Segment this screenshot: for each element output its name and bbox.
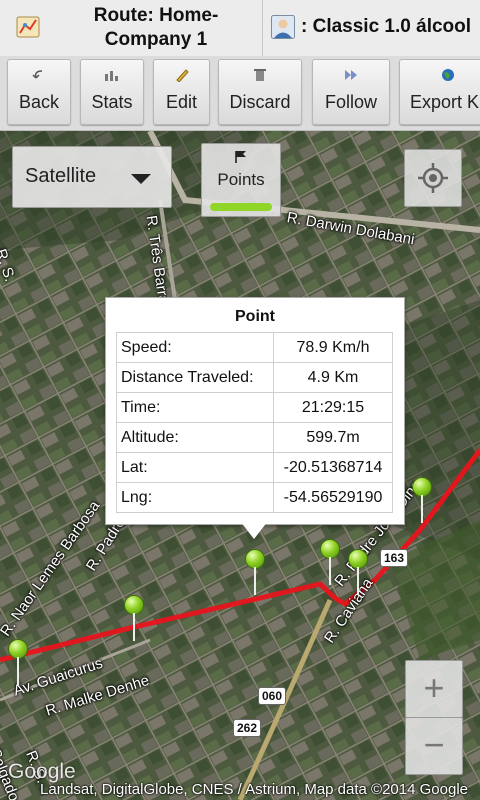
- my-location-button[interactable]: [404, 149, 462, 207]
- discard-label: Discard: [229, 92, 291, 112]
- back-label: Back: [18, 92, 60, 112]
- speed-label: Speed:: [116, 332, 274, 363]
- car-name-text: Classic 1.0 álcool: [312, 16, 472, 37]
- pin-stick: [421, 495, 423, 523]
- pin-head: [412, 477, 432, 497]
- table-row: Lng: -54.56529190: [116, 482, 393, 513]
- road-shield-060: 060: [258, 687, 286, 705]
- time-label: Time:: [116, 392, 274, 423]
- points-active-indicator: [210, 203, 272, 211]
- back-button[interactable]: Back: [7, 59, 71, 125]
- altitude-label: Altitude:: [116, 422, 274, 453]
- pin-stick: [254, 567, 256, 595]
- lng-value: -54.56529190: [273, 482, 393, 513]
- map-type-dropdown[interactable]: Satellite: [12, 146, 172, 208]
- map-attribution: Landsat, DigitalGlobe, CNES / Astrium, M…: [40, 781, 468, 798]
- route-point-pin[interactable]: [412, 477, 432, 523]
- distance-value: 4.9 Km: [273, 362, 393, 393]
- bar-chart-icon: [105, 71, 118, 81]
- table-row: Lat: -20.51368714: [116, 452, 393, 483]
- lng-label: Lng:: [116, 482, 274, 513]
- pin-head: [320, 539, 340, 559]
- table-row: Speed: 78.9 Km/h: [116, 332, 393, 363]
- zoom-out-button[interactable]: −: [405, 717, 463, 775]
- point-details-table: Speed: 78.9 Km/h Distance Traveled: 4.9 Km…: [116, 332, 393, 513]
- pin-stick: [17, 657, 19, 685]
- discard-button[interactable]: Discard: [218, 59, 302, 125]
- follow-label: Follow: [324, 92, 377, 112]
- globe-icon: [442, 69, 454, 81]
- points-toggle-button[interactable]: Points: [201, 143, 281, 217]
- pin-head: [124, 595, 144, 615]
- action-toolbar: Back Stats Edit Discard Follow Export KM…: [0, 56, 480, 131]
- points-label: Points: [217, 170, 265, 189]
- route-point-pin[interactable]: [348, 549, 368, 595]
- stats-label: Stats: [91, 92, 133, 112]
- car-selector[interactable]: : Classic 1.0 álcool: [263, 0, 480, 56]
- route-point-pin-selected[interactable]: [245, 549, 265, 595]
- driver-avatar-icon: [271, 15, 295, 39]
- route-point-pin[interactable]: [124, 595, 144, 641]
- back-arrow-icon: [32, 70, 43, 79]
- stats-button[interactable]: Stats: [80, 59, 144, 125]
- pin-stick: [133, 613, 135, 641]
- route-point-pin[interactable]: [320, 539, 340, 585]
- edit-label: Edit: [165, 92, 198, 112]
- road-shield-163: 163: [380, 549, 408, 567]
- pin-head: [245, 549, 265, 569]
- route-point-pin[interactable]: [8, 639, 28, 685]
- trash-icon: [254, 69, 266, 81]
- popup-title: Point: [235, 308, 275, 325]
- crosshair-icon: [418, 163, 448, 193]
- time-value: 21:29:15: [273, 392, 393, 423]
- lat-label: Lat:: [116, 452, 274, 483]
- edit-button[interactable]: Edit: [153, 59, 210, 125]
- follow-button[interactable]: Follow: [312, 59, 390, 125]
- table-row: Time: 21:29:15: [116, 392, 393, 423]
- pin-stick: [357, 567, 359, 595]
- map-route-icon: [16, 16, 40, 38]
- fast-forward-icon: [345, 70, 357, 80]
- popup-pointer: [240, 521, 268, 539]
- app-header: Route: Home-Company 1 : Classic 1.0 álco…: [0, 0, 480, 57]
- pin-head: [348, 549, 368, 569]
- speed-value: 78.9 Km/h: [273, 332, 393, 363]
- export-label: Export KML: [410, 92, 480, 112]
- lat-value: -20.51368714: [273, 452, 393, 483]
- map-type-value: Satellite: [25, 165, 97, 187]
- table-row: Distance Traveled: 4.9 Km: [116, 362, 393, 393]
- export-kml-button[interactable]: Export KML: [399, 59, 480, 125]
- pin-stick: [329, 557, 331, 585]
- route-title-area[interactable]: Route: Home-Company 1: [0, 0, 263, 56]
- route-title: Route: Home-Company 1: [93, 5, 219, 50]
- pencil-icon: [175, 69, 189, 82]
- table-row: Altitude: 599.7m: [116, 422, 393, 453]
- pin-head: [8, 639, 28, 659]
- car-name: : Classic 1.0 álcool: [301, 16, 472, 37]
- road-shield-262: 262: [233, 719, 261, 737]
- chevron-down-icon: [131, 174, 151, 184]
- altitude-value: 599.7m: [273, 422, 393, 453]
- point-info-popup: Point Speed: 78.9 Km/h Distance Traveled:…: [105, 297, 405, 525]
- zoom-in-button[interactable]: +: [405, 660, 463, 718]
- flag-icon: [235, 151, 246, 163]
- distance-label: Distance Traveled:: [116, 362, 274, 393]
